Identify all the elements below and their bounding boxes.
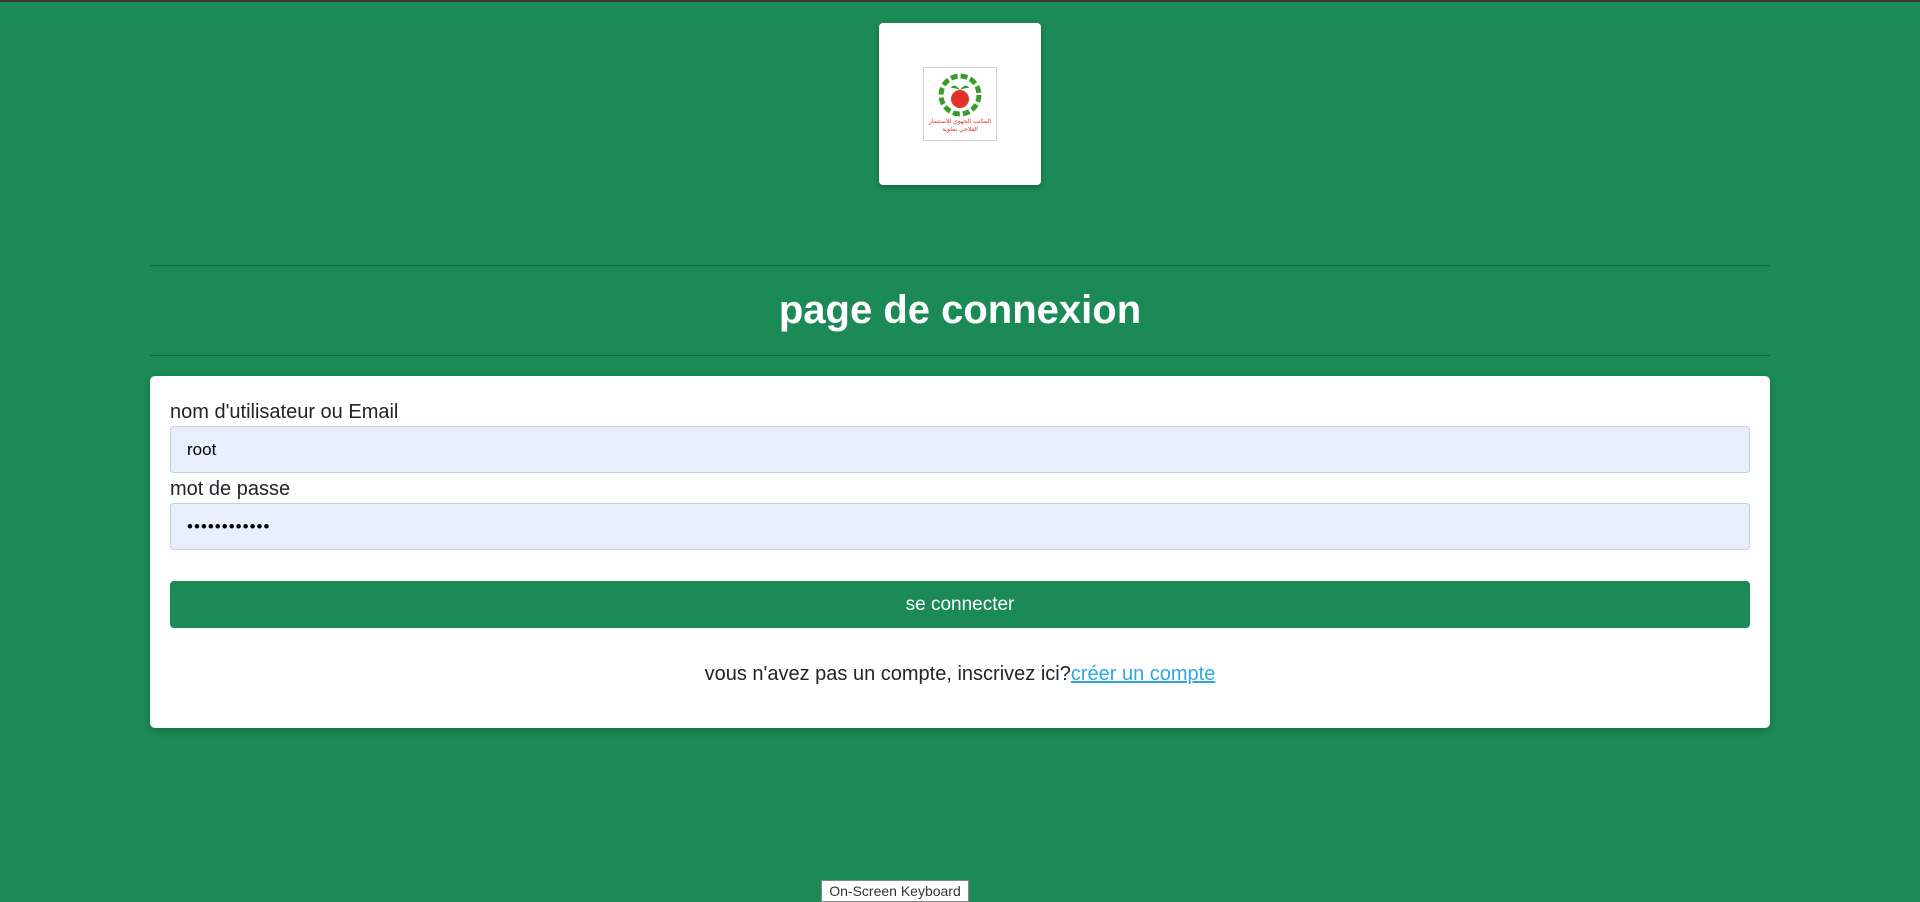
logo-graphic: المكتب الجهوي للاستثمار الفلاحي بملوية (928, 73, 991, 133)
password-input[interactable] (170, 503, 1750, 550)
login-form: nom d'utilisateur ou Email mot de passe … (150, 376, 1770, 728)
divider-bottom (150, 355, 1770, 356)
username-input[interactable] (170, 426, 1750, 473)
password-label: mot de passe (170, 478, 291, 500)
logo-text-line-2: الفلاحي بملوية (942, 126, 978, 133)
logo-card: المكتب الجهوي للاستثمار الفلاحي بملوية (879, 23, 1041, 185)
on-screen-keyboard-tooltip: On-Screen Keyboard (821, 880, 969, 902)
organization-logo-icon: المكتب الجهوي للاستثمار الفلاحي بملوية (923, 67, 997, 141)
divider-top (150, 265, 1770, 266)
create-account-link[interactable]: créer un compte (1071, 663, 1216, 685)
signup-prompt-text: vous n'avez pas un compte, inscrivez ici… (704, 663, 1071, 685)
username-label: nom d'utilisateur ou Email (170, 401, 399, 423)
top-border (0, 0, 1920, 2)
logo-text-line-1: المكتب الجهوي للاستثمار (928, 118, 991, 125)
login-button[interactable]: se connecter (170, 581, 1750, 628)
page-title: page de connexion (778, 288, 1142, 332)
signup-prompt: vous n'avez pas un compte, inscrivez ici… (150, 662, 1770, 686)
